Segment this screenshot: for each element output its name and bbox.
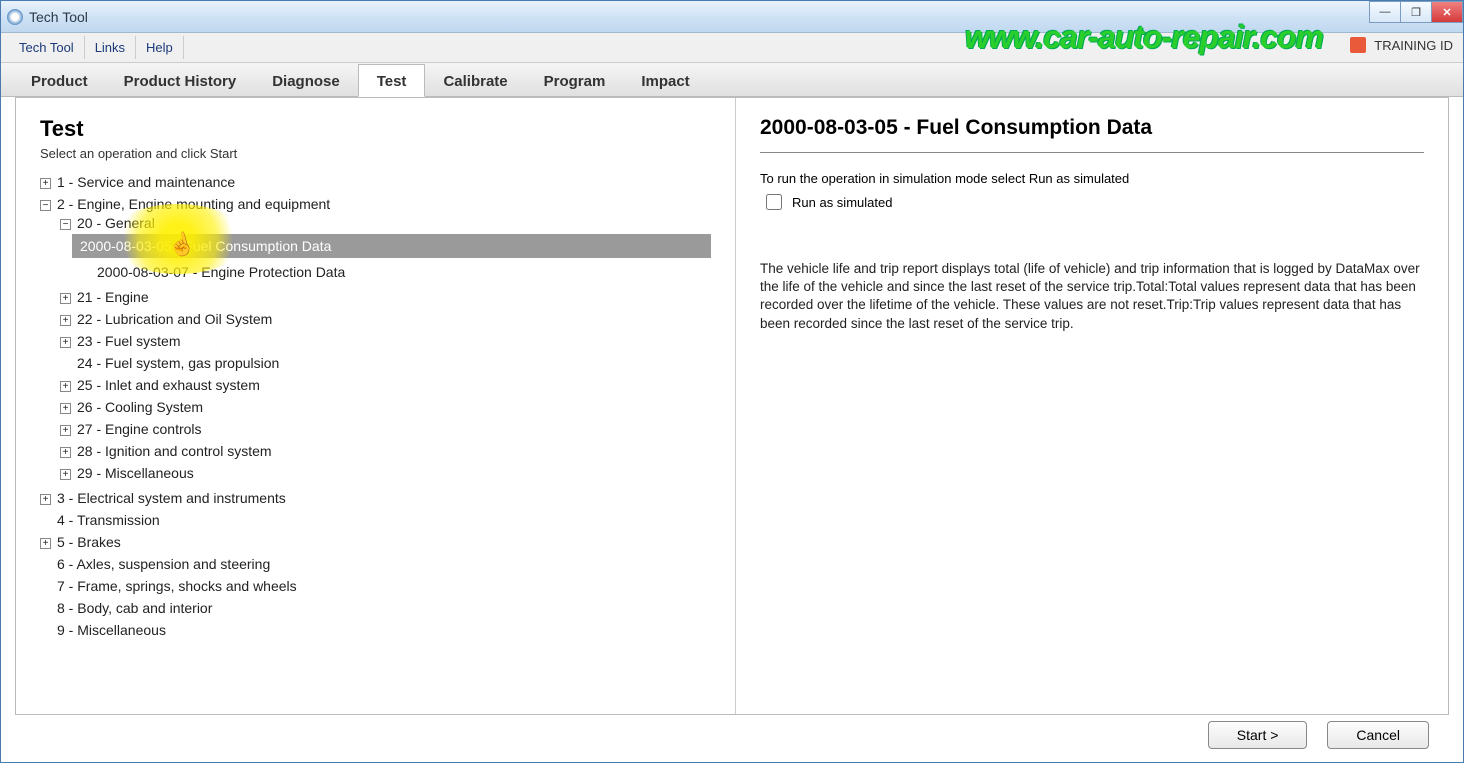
tree-node-27[interactable]: +27 - Engine controls — [60, 418, 711, 440]
tab-program[interactable]: Program — [526, 65, 624, 96]
start-button[interactable]: Start > — [1208, 721, 1308, 749]
expand-icon[interactable]: + — [40, 538, 51, 549]
footer-bar: Start > Cancel — [15, 714, 1449, 754]
tree-node-20[interactable]: −20 - General 2000-08-03-05 - Fuel Consu… — [60, 212, 711, 286]
app-icon — [7, 9, 23, 25]
menu-techtool[interactable]: Tech Tool — [9, 36, 85, 59]
menu-links[interactable]: Links — [85, 36, 136, 59]
expand-icon[interactable]: + — [40, 178, 51, 189]
tree-node-5[interactable]: +5 - Brakes — [40, 531, 711, 553]
operation-tree[interactable]: +1 - Service and maintenance −2 - Engine… — [40, 171, 711, 641]
restore-button[interactable]: ❐ — [1400, 1, 1432, 23]
titlebar: Tech Tool — ❐ ✕ — [1, 1, 1463, 33]
tab-impact[interactable]: Impact — [623, 65, 707, 96]
content-area: Test Select an operation and click Start… — [15, 97, 1449, 727]
training-indicator: TRAINING ID — [1350, 37, 1453, 53]
menu-help[interactable]: Help — [136, 36, 184, 59]
detail-pane: 2000-08-03-05 - Fuel Consumption Data To… — [736, 98, 1448, 726]
expand-icon[interactable]: + — [60, 425, 71, 436]
tree-node-9[interactable]: 9 - Miscellaneous — [40, 619, 711, 641]
tree-node-8[interactable]: 8 - Body, cab and interior — [40, 597, 711, 619]
menubar: Tech Tool Links Help TRAINING ID — [1, 33, 1463, 63]
app-window: Tech Tool — ❐ ✕ www.car-auto-repair.com … — [0, 0, 1464, 763]
tree-node-7[interactable]: 7 - Frame, springs, shocks and wheels — [40, 575, 711, 597]
tab-product-history[interactable]: Product History — [106, 65, 255, 96]
cancel-button[interactable]: Cancel — [1327, 721, 1429, 749]
page-subtitle: Select an operation and click Start — [40, 146, 711, 161]
tree-node-29[interactable]: +29 - Miscellaneous — [60, 462, 711, 484]
window-controls: — ❐ ✕ — [1370, 1, 1463, 23]
window-title: Tech Tool — [29, 9, 88, 25]
divider — [760, 152, 1424, 153]
tree-leaf-fuel-consumption[interactable]: 2000-08-03-05 - Fuel Consumption Data — [80, 231, 711, 261]
tree-node-6[interactable]: 6 - Axles, suspension and steering — [40, 553, 711, 575]
tab-test[interactable]: Test — [358, 64, 426, 97]
tree-node-28[interactable]: +28 - Ignition and control system — [60, 440, 711, 462]
run-simulated-row: Run as simulated — [766, 194, 1424, 210]
expand-icon[interactable]: + — [60, 469, 71, 480]
operation-tree-pane: Test Select an operation and click Start… — [16, 98, 736, 726]
tab-calibrate[interactable]: Calibrate — [425, 65, 525, 96]
training-icon — [1350, 37, 1366, 53]
tree-node-4[interactable]: 4 - Transmission — [40, 509, 711, 531]
simulation-instruction: To run the operation in simulation mode … — [760, 171, 1424, 186]
close-button[interactable]: ✕ — [1431, 1, 1463, 23]
tree-node-2[interactable]: −2 - Engine, Engine mounting and equipme… — [40, 193, 711, 487]
tree-node-26[interactable]: +26 - Cooling System — [60, 396, 711, 418]
tree-node-21[interactable]: +21 - Engine — [60, 286, 711, 308]
training-id-label: TRAINING ID — [1374, 38, 1453, 53]
run-simulated-checkbox[interactable] — [766, 194, 782, 210]
tree-node-22[interactable]: +22 - Lubrication and Oil System — [60, 308, 711, 330]
main-tabs: Product Product History Diagnose Test Ca… — [1, 63, 1463, 97]
tree-node-1[interactable]: +1 - Service and maintenance — [40, 171, 711, 193]
expand-icon[interactable]: + — [40, 494, 51, 505]
expand-icon[interactable]: + — [60, 447, 71, 458]
tree-leaf-engine-protection[interactable]: 2000-08-03-07 - Engine Protection Data — [80, 261, 711, 283]
detail-heading: 2000-08-03-05 - Fuel Consumption Data — [760, 116, 1424, 140]
expand-icon[interactable]: + — [60, 403, 71, 414]
expand-icon[interactable]: + — [60, 337, 71, 348]
collapse-icon[interactable]: − — [40, 200, 51, 211]
expand-icon[interactable]: + — [60, 315, 71, 326]
expand-icon[interactable]: + — [60, 293, 71, 304]
tree-node-24[interactable]: 24 - Fuel system, gas propulsion — [60, 352, 711, 374]
tree-node-25[interactable]: +25 - Inlet and exhaust system — [60, 374, 711, 396]
tree-node-3[interactable]: +3 - Electrical system and instruments — [40, 487, 711, 509]
tree-node-23[interactable]: +23 - Fuel system — [60, 330, 711, 352]
collapse-icon[interactable]: − — [60, 219, 71, 230]
minimize-button[interactable]: — — [1369, 1, 1401, 23]
run-simulated-label: Run as simulated — [792, 195, 892, 210]
expand-icon[interactable]: + — [60, 381, 71, 392]
tab-product[interactable]: Product — [13, 65, 106, 96]
operation-description: The vehicle life and trip report display… — [760, 260, 1424, 333]
tab-diagnose[interactable]: Diagnose — [254, 65, 358, 96]
page-title: Test — [40, 116, 711, 142]
